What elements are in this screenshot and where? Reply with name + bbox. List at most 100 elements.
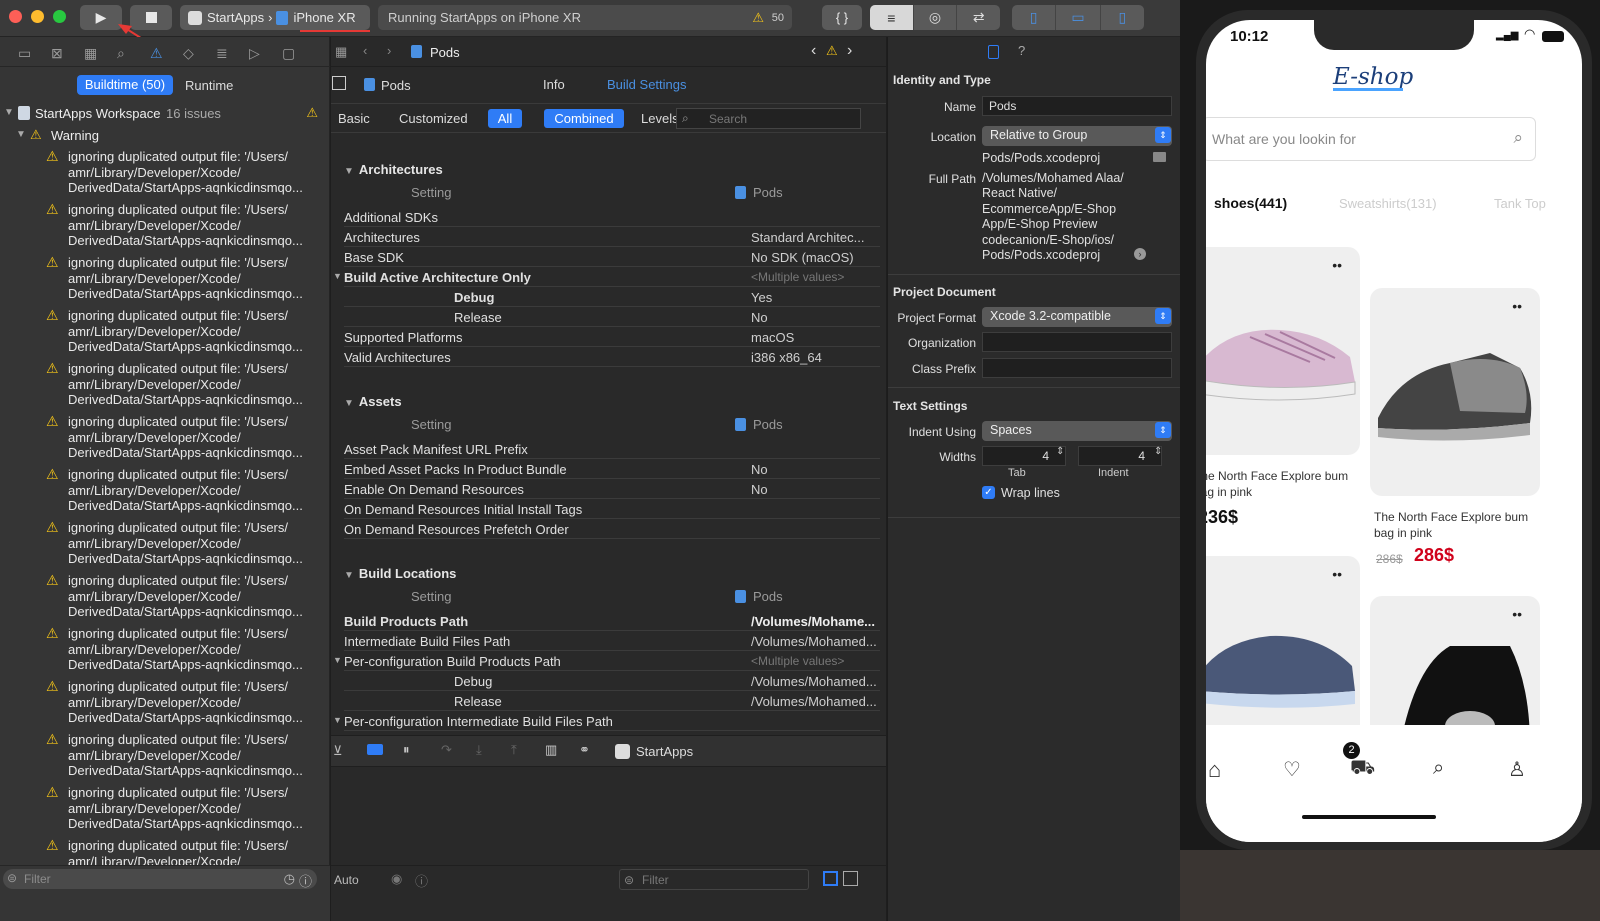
clock-icon[interactable]: ◷ — [284, 871, 295, 887]
info-icon[interactable]: ⓘ — [299, 871, 312, 890]
issue-row[interactable]: ⚠ ignoring duplicated output file: '/User… — [46, 308, 326, 355]
setting-row[interactable]: On Demand Resources Prefetch Order — [331, 519, 886, 539]
breadcrumb[interactable]: Pods — [430, 45, 460, 60]
tab-width-field[interactable]: 4 — [982, 446, 1066, 466]
buildtime-tab[interactable]: Buildtime (50) — [77, 75, 173, 95]
find-icon[interactable]: ⌕ — [117, 45, 125, 62]
section-header[interactable]: ▼ Build Locations — [344, 566, 456, 581]
setting-value[interactable]: Yes — [751, 290, 881, 305]
setting-value[interactable]: No — [751, 462, 881, 477]
issue-row[interactable]: ⚠ ignoring duplicated output file: '/User… — [46, 679, 326, 726]
setting-row[interactable]: Embed Asset Packs In Product Bundle No — [331, 459, 886, 479]
breakpoints-icon[interactable] — [367, 744, 383, 755]
setting-value[interactable]: <Multiple values> — [751, 654, 881, 668]
warning-icon[interactable]: ⚠ — [826, 43, 838, 59]
report-icon[interactable]: ▢ — [282, 45, 295, 62]
more-icon[interactable]: •• — [1512, 606, 1522, 622]
setting-row[interactable]: Asset Pack Manifest URL Prefix — [331, 439, 886, 459]
product-card[interactable]: •• — [1370, 288, 1540, 496]
step-over-icon[interactable]: ↷ — [441, 742, 452, 758]
setting-value[interactable]: <Multiple values> — [751, 270, 881, 284]
debug-app-name[interactable]: StartApps — [636, 744, 693, 759]
console-filter-field[interactable]: ⊜ Filter — [619, 869, 809, 890]
version-editor-button[interactable]: ⇄ — [957, 5, 1000, 30]
info-icon[interactable]: ⓘ — [415, 871, 428, 890]
setting-row[interactable]: On Demand Resources Initial Install Tags — [331, 499, 886, 519]
filter-all[interactable]: All — [488, 109, 522, 128]
breakpoint-icon[interactable]: ▷ — [249, 45, 260, 62]
source-control-icon[interactable]: ⊠ — [51, 45, 63, 62]
indent-stepper-icon[interactable]: ⇕ — [1154, 446, 1162, 457]
product-search-input[interactable]: What are you lookin for ⌕ — [1206, 117, 1536, 161]
indent-width-field[interactable]: 4 — [1078, 446, 1162, 466]
standard-editor-button[interactable]: ≡ — [870, 5, 914, 30]
setting-row[interactable]: Release/Volumes/Mohamed... — [331, 691, 886, 711]
step-out-icon[interactable]: ⤒ — [511, 742, 517, 758]
minimize-window-button[interactable] — [31, 10, 44, 23]
forward-icon[interactable]: › — [387, 43, 391, 58]
more-icon[interactable]: •• — [1512, 298, 1522, 314]
indent-using-popup[interactable]: Spaces ⇕ — [982, 421, 1172, 441]
product-card[interactable]: •• — [1206, 247, 1360, 455]
search-icon[interactable]: ⌕ — [1433, 757, 1444, 780]
issue-row[interactable]: ⚠ ignoring duplicated output file: '/User… — [46, 361, 326, 408]
filter-customized[interactable]: Customized — [399, 111, 468, 126]
setting-row[interactable]: Base SDK No SDK (macOS) — [331, 247, 886, 267]
filter-basic[interactable]: Basic — [338, 111, 370, 126]
setting-value[interactable]: i386 x86_64 — [751, 350, 881, 365]
section-header[interactable]: ▼ Architectures — [344, 162, 443, 177]
filter-levels[interactable]: Levels — [641, 111, 679, 126]
next-issue-icon[interactable]: › — [847, 42, 852, 60]
symbol-icon[interactable]: ▦ — [84, 45, 97, 62]
file-inspector-icon[interactable] — [988, 45, 999, 59]
setting-row[interactable]: Supported Platforms macOS — [331, 327, 886, 347]
auto-selector[interactable]: Auto — [334, 873, 359, 887]
cart-icon[interactable]: ⛟ — [1350, 757, 1375, 782]
issue-row[interactable]: ⚠ ignoring duplicated output file: '/User… — [46, 414, 326, 461]
issue-row[interactable]: ⚠ ignoring duplicated output file: '/User… — [46, 520, 326, 567]
prev-issue-icon[interactable]: ‹ — [811, 42, 816, 60]
step-in-icon[interactable]: ⤓ — [476, 742, 482, 758]
setting-row[interactable]: Valid Architectures i386 x86_64 — [331, 347, 886, 367]
category-sweatshirts[interactable]: Sweatshirts(131) — [1339, 196, 1437, 211]
assistant-editor-button[interactable]: ◎ — [914, 5, 958, 30]
eye-icon[interactable]: ◉ — [391, 871, 402, 887]
setting-row[interactable]: Debug Yes — [331, 287, 886, 307]
library-button[interactable]: { } — [822, 5, 862, 30]
issue-row[interactable]: ⚠ ignoring duplicated output file: '/User… — [46, 785, 326, 832]
settings-search-field[interactable]: ⌕ Search — [676, 108, 861, 129]
setting-value[interactable]: /Volumes/Mohamed... — [751, 634, 881, 649]
tab-stepper-icon[interactable]: ⇕ — [1056, 446, 1064, 457]
setting-row[interactable]: ▼ Per-configuration Intermediate Build Fi… — [331, 711, 886, 731]
filter-field[interactable]: ⊜ Filter ◷ ⓘ — [3, 869, 317, 889]
setting-row[interactable]: Intermediate Build Files Path/Volumes/Mo… — [331, 631, 886, 651]
more-icon[interactable]: •• — [1332, 257, 1342, 273]
issue-icon[interactable]: ⚠ — [150, 45, 163, 62]
setting-row[interactable]: Debug/Volumes/Mohamed... — [331, 671, 886, 691]
folder-icon[interactable] — [1153, 152, 1166, 162]
toggle-inspector-button[interactable]: ▯ — [1101, 5, 1144, 30]
filter-combined[interactable]: Combined — [544, 109, 624, 128]
issue-row[interactable]: ⚠ ignoring duplicated output file: '/User… — [46, 626, 326, 673]
location-popup[interactable]: Relative to Group ⇕ — [982, 126, 1172, 146]
split-left-icon[interactable] — [823, 871, 838, 886]
more-icon[interactable]: •• — [1332, 566, 1342, 582]
warning-group-row[interactable]: ▼ ⚠ Warning — [16, 127, 316, 145]
zoom-window-button[interactable] — [53, 10, 66, 23]
setting-row[interactable]: Additional SDKs — [331, 207, 886, 227]
section-header[interactable]: ▼ Assets — [344, 394, 402, 409]
class-prefix-field[interactable] — [982, 358, 1172, 378]
view-hierarchy-icon[interactable]: ▥ — [545, 742, 557, 758]
folder-icon[interactable]: ▭ — [18, 45, 31, 62]
profile-icon[interactable]: ♙ — [1508, 757, 1526, 782]
split-right-icon[interactable] — [843, 871, 858, 886]
setting-row[interactable]: Build Products Path/Volumes/Mohame... — [331, 611, 886, 631]
workspace-row[interactable]: ▼ StartApps Workspace 16 issues ⚠ — [4, 105, 326, 125]
target-selector[interactable]: Pods — [381, 78, 411, 93]
issue-row[interactable]: ⚠ ignoring duplicated output file: '/User… — [46, 202, 326, 249]
setting-value[interactable]: /Volumes/Mohamed... — [751, 694, 881, 709]
setting-value[interactable]: /Volumes/Mohamed... — [751, 674, 881, 689]
home-icon[interactable]: ⌂ — [1208, 757, 1221, 783]
close-window-button[interactable] — [9, 10, 22, 23]
setting-value[interactable]: No — [751, 482, 881, 497]
